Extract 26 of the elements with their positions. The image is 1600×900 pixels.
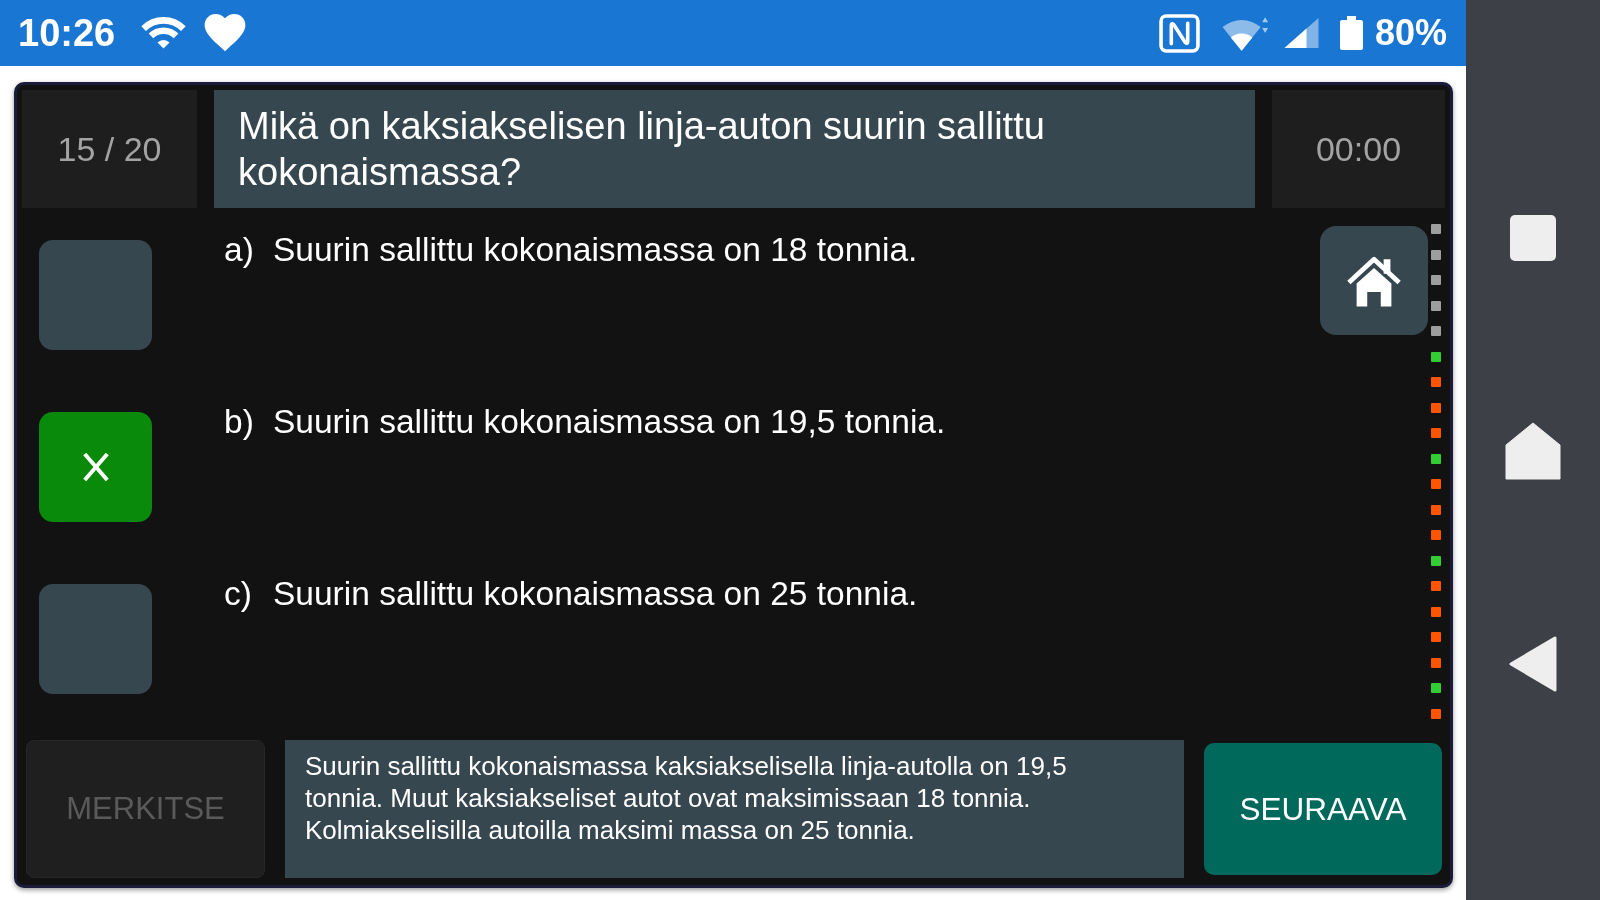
status-time: 10:26	[18, 12, 116, 54]
timer: 00:00	[1272, 90, 1445, 208]
battery-icon	[1339, 16, 1363, 50]
house-icon	[1346, 254, 1402, 307]
answer-letter: a)	[224, 232, 255, 268]
answer-checkbox[interactable]	[39, 240, 152, 350]
recent-apps-icon[interactable]	[1509, 214, 1557, 262]
answer-checkbox[interactable]	[39, 412, 152, 522]
battery-percent: 80%	[1374, 12, 1447, 54]
answer-letter: c)	[224, 576, 253, 612]
explanation-text: Suurin sallittu kokonaismassa kaksiakselisella linja-autolla on 19,5 tonnia. Muut kaksiakseliset autot ovat maksimissaan 18 tonnia. Kolmiakselisilla autoilla maksimi massa on 25 tonnia.	[285, 740, 1184, 878]
nfc-icon	[1158, 13, 1200, 53]
heart-icon	[204, 14, 247, 52]
answer-text: Suurin sallittu kokonaismassa on 25 tonnia.	[273, 576, 918, 612]
signal-icon	[1283, 18, 1319, 48]
next-button[interactable]: SEURAAVA	[1204, 743, 1442, 875]
cross-icon	[82, 452, 109, 482]
back-icon[interactable]	[1509, 636, 1557, 692]
answer-checkbox[interactable]	[39, 584, 152, 694]
answer-letter: b)	[224, 404, 255, 440]
home-icon[interactable]	[1505, 422, 1561, 480]
answer-text: Suurin sallittu kokonaismassa on 18 tonnia.	[273, 232, 918, 268]
question-text: Mikä on kaksiakselisen linja-auton suurin sallittu kokonaismassa?	[214, 90, 1255, 208]
home-button[interactable]	[1320, 226, 1428, 335]
question-counter: 15 / 20	[22, 90, 197, 208]
answer-text: Suurin sallittu kokonaismassa on 19,5 tonnia.	[273, 404, 946, 440]
